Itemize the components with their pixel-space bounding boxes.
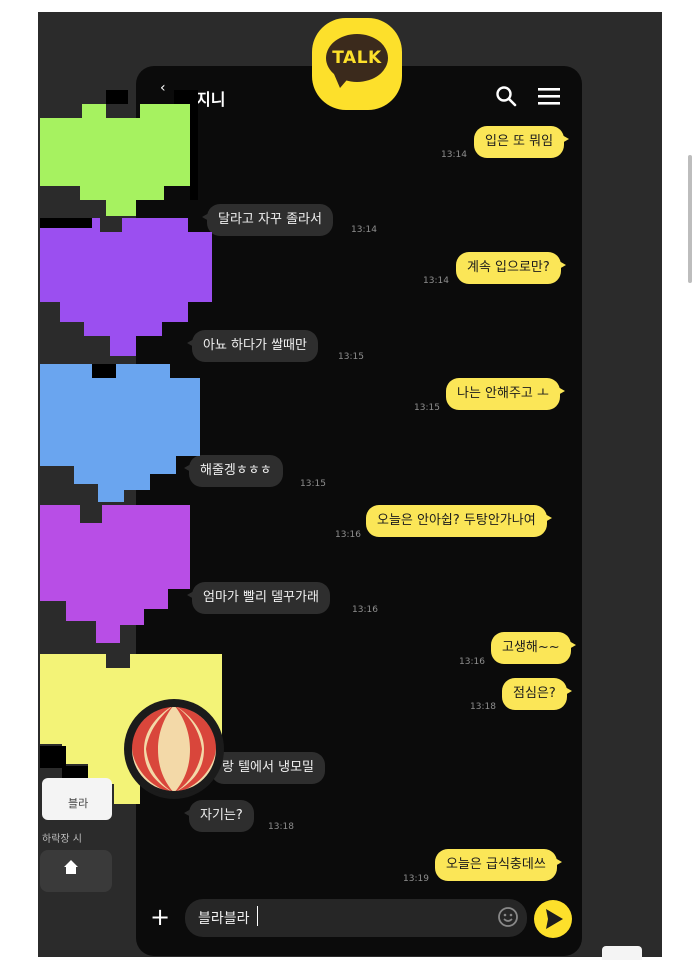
message-time: 13:15 [414,403,440,413]
home-icon [64,860,78,874]
blue-pixel-heart-sticker [40,364,200,502]
message-text: 고생해~~ [502,640,560,655]
search-icon[interactable] [494,84,518,108]
plus-attach-button[interactable]: + [147,905,173,931]
hamburger-menu-icon[interactable] [536,84,562,108]
purple-pixel-heart-sticker [40,218,212,356]
chat-title: 지니 [196,90,226,109]
message-bubble-me[interactable]: 고생해~~ [491,632,576,664]
violet-pixel-heart-sticker [40,505,190,643]
message-time: 13:19 [403,874,429,884]
message-bubble-other[interactable]: 달라고 자꾸 졸라서 [202,204,333,236]
logo-text: TALK [332,48,382,68]
send-button[interactable] [533,899,573,939]
green-pixel-heart-sticker [40,90,198,216]
message-text: 오늘은 급식충데쓰 [446,857,546,872]
message-time: 13:15 [338,352,364,362]
message-bubble-me[interactable]: 오늘은 급식충데쓰 [435,849,562,881]
message-bubble-other[interactable]: 엄마가 빨리 델꾸가래 [187,582,330,614]
message-time: 13:15 [300,479,326,489]
window-corner [602,946,642,960]
scrollbar[interactable] [688,155,692,283]
message-text: 점심은? [513,686,556,701]
card-label: 블라 [68,797,89,810]
message-bubble-me[interactable]: 나는 안해주고 ㅗ [446,378,565,410]
message-time: 13:18 [268,822,294,832]
message-time: 13:18 [470,702,496,712]
message-text: 아뇨 하다가 쌀때만 [203,338,307,353]
message-time: 13:14 [441,150,467,160]
kakaotalk-logo: TALK [312,18,402,110]
message-text: 달라고 자꾸 졸라서 [218,212,322,227]
emoji-icon[interactable] [497,906,519,928]
message-time: 13:16 [352,605,378,615]
message-text: 나는 안해주고 ㅗ [457,386,549,401]
message-text: 해줄겡ㅎㅎㅎ [200,463,272,478]
message-bubble-me[interactable]: 계속 입으로만? [456,252,566,284]
card-caption: 하락장 시 [42,834,82,845]
message-time: 13:16 [335,530,361,540]
message-bubble-me[interactable]: 오늘은 안아쉽? 두탕안가나여 [366,505,552,537]
message-bubble-other[interactable]: 랑 텔에서 냉모밀 [206,752,325,784]
message-time: 13:16 [459,657,485,667]
message-bubble-me[interactable]: 점심은? [502,678,572,710]
message-bubble-me[interactable]: 입은 또 뭐임 [474,126,570,158]
message-text: 엄마가 빨리 델꾸가래 [203,590,319,605]
message-time: 13:14 [423,276,449,286]
message-text: 오늘은 안아쉽? 두탕안가나여 [377,513,536,528]
message-text: 입은 또 뭐임 [485,134,554,149]
message-time: 13:14 [351,225,377,235]
message-text: 랑 텔에서 냉모밀 [222,760,314,775]
message-input-text: 블라블라 [198,911,250,927]
text-caret [257,906,258,926]
beach-ball-sticker [124,699,224,799]
message-text: 계속 입으로만? [467,260,550,275]
